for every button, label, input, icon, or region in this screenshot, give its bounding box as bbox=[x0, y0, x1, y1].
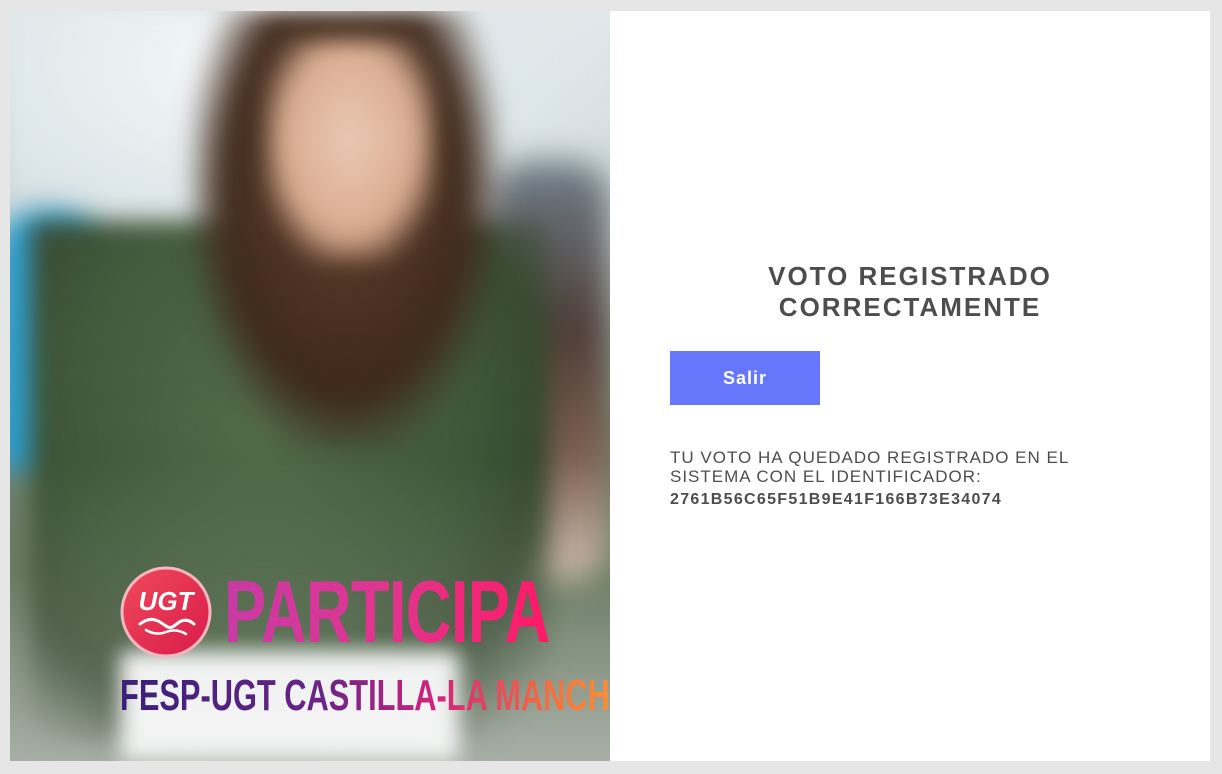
campaign-branding: UGT PARTICIPA FESP-UGT CASTILLA-LA MANCH… bbox=[120, 562, 610, 726]
ugt-logo: UGT bbox=[120, 566, 212, 658]
vote-identifier: 2761B56C65F51B9E41F166B73E34074 bbox=[670, 491, 1003, 508]
exit-button[interactable]: Salir bbox=[670, 351, 820, 405]
confirmation-message: TU VOTO HA QUEDADO REGISTRADO EN EL SIST… bbox=[670, 448, 1069, 486]
result-panel: VOTO REGISTRADO CORRECTAMENTE Salir TU V… bbox=[610, 11, 1210, 761]
page-title: VOTO REGISTRADO CORRECTAMENTE bbox=[670, 261, 1150, 323]
svg-text:UGT: UGT bbox=[139, 586, 196, 616]
title-line-2: CORRECTAMENTE bbox=[778, 292, 1042, 322]
campaign-region: FESP-UGT CASTILLA-LA MANCHA bbox=[120, 674, 610, 718]
hero-image: UGT PARTICIPA FESP-UGT CASTILLA-LA MANCH… bbox=[10, 11, 610, 761]
page-frame: UGT PARTICIPA FESP-UGT CASTILLA-LA MANCH… bbox=[10, 11, 1210, 761]
campaign-headline: PARTICIPA bbox=[224, 562, 550, 661]
title-line-1: VOTO REGISTRADO bbox=[768, 261, 1052, 291]
